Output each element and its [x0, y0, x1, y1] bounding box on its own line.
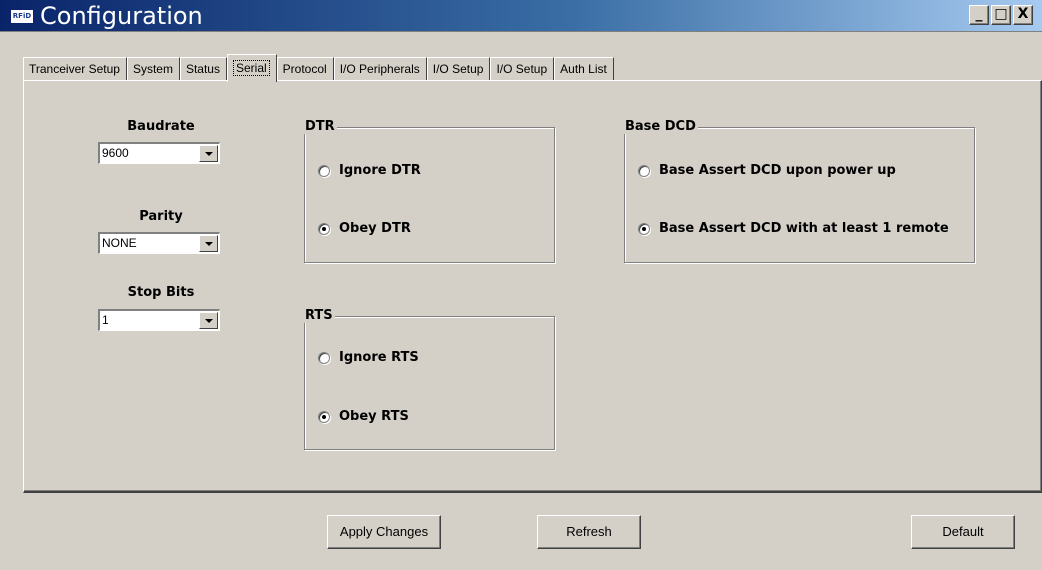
refresh-button[interactable]: Refresh — [537, 515, 641, 549]
rts-group: RTS Ignore RTS Obey RTS — [303, 308, 555, 450]
default-button[interactable]: Default — [911, 515, 1015, 549]
tab-label: Serial — [232, 60, 270, 76]
tab-tranceiver-setup[interactable]: Tranceiver Setup — [23, 57, 127, 81]
maximize-button[interactable]: □ — [991, 5, 1011, 25]
assert-dcd-remote-label: Base Assert DCD with at least 1 remote — [659, 221, 949, 236]
tab-auth-list[interactable]: Auth List — [554, 57, 614, 81]
tab-protocol[interactable]: Protocol — [276, 57, 334, 81]
tab-label: I/O Setup — [432, 62, 484, 76]
tab-label: Status — [185, 62, 220, 76]
radio-button[interactable] — [318, 410, 330, 423]
base-dcd-group: Base DCD Base Assert DCD upon power up B… — [623, 119, 975, 263]
radio-button[interactable] — [638, 164, 650, 177]
tab-status[interactable]: Status — [179, 57, 227, 81]
tab-io-setup-1[interactable]: I/O Setup — [426, 57, 491, 81]
tab-label: Tranceiver Setup — [29, 62, 120, 76]
radio-button[interactable] — [318, 222, 330, 235]
stop-bits-value: 1 — [102, 313, 109, 327]
ignore-rts-label: Ignore RTS — [339, 350, 419, 365]
window-title: Configuration — [40, 2, 203, 30]
tab-label: Auth List — [560, 62, 607, 76]
chevron-down-icon[interactable] — [199, 145, 218, 162]
stop-bits-select[interactable]: 1 — [98, 309, 220, 331]
assert-dcd-power-up-option[interactable]: Base Assert DCD upon power up — [638, 163, 896, 178]
serial-panel: Baudrate 9600 Parity NONE Stop Bits 1 DT… — [23, 80, 1042, 493]
ignore-dtr-option[interactable]: Ignore DTR — [318, 163, 421, 178]
base-dcd-group-title: Base DCD — [623, 119, 698, 134]
title-bar[interactable]: RFiD Configuration _ □ X — [0, 0, 1042, 32]
tab-io-setup-2[interactable]: I/O Setup — [490, 57, 555, 81]
tab-label: I/O Peripherals — [339, 62, 420, 76]
dtr-group-title: DTR — [303, 119, 337, 134]
tab-serial[interactable]: Serial — [226, 54, 277, 82]
app-icon: RFiD — [10, 9, 34, 24]
obey-dtr-label: Obey DTR — [339, 221, 411, 236]
baudrate-label: Baudrate — [127, 119, 195, 134]
assert-dcd-power-up-label: Base Assert DCD upon power up — [659, 163, 896, 178]
assert-dcd-remote-option[interactable]: Base Assert DCD with at least 1 remote — [638, 221, 949, 236]
ignore-rts-option[interactable]: Ignore RTS — [318, 350, 419, 365]
obey-rts-label: Obey RTS — [339, 409, 409, 424]
ignore-dtr-label: Ignore DTR — [339, 163, 421, 178]
baudrate-value: 9600 — [102, 146, 129, 160]
stop-bits-label: Stop Bits — [127, 285, 195, 300]
close-button[interactable]: X — [1013, 5, 1033, 25]
obey-dtr-option[interactable]: Obey DTR — [318, 221, 411, 236]
rts-group-title: RTS — [303, 308, 335, 323]
dtr-group: DTR Ignore DTR Obey DTR — [303, 119, 555, 263]
tab-strip: Tranceiver Setup System Status Serial Pr… — [23, 54, 614, 82]
parity-label: Parity — [139, 209, 183, 224]
chevron-down-icon[interactable] — [199, 312, 218, 329]
parity-select[interactable]: NONE — [98, 232, 220, 254]
baudrate-select[interactable]: 9600 — [98, 142, 220, 164]
radio-button[interactable] — [638, 222, 650, 235]
radio-button[interactable] — [318, 164, 330, 177]
parity-value: NONE — [102, 236, 137, 250]
tab-label: Protocol — [282, 62, 327, 76]
obey-rts-option[interactable]: Obey RTS — [318, 409, 409, 424]
tab-label: System — [132, 62, 173, 76]
radio-button[interactable] — [318, 351, 330, 364]
minimize-button[interactable]: _ — [969, 5, 989, 25]
tab-io-peripherals[interactable]: I/O Peripherals — [333, 57, 427, 81]
tab-label: I/O Setup — [496, 62, 548, 76]
apply-changes-button[interactable]: Apply Changes — [327, 515, 441, 549]
chevron-down-icon[interactable] — [199, 235, 218, 252]
tab-system[interactable]: System — [126, 57, 180, 81]
